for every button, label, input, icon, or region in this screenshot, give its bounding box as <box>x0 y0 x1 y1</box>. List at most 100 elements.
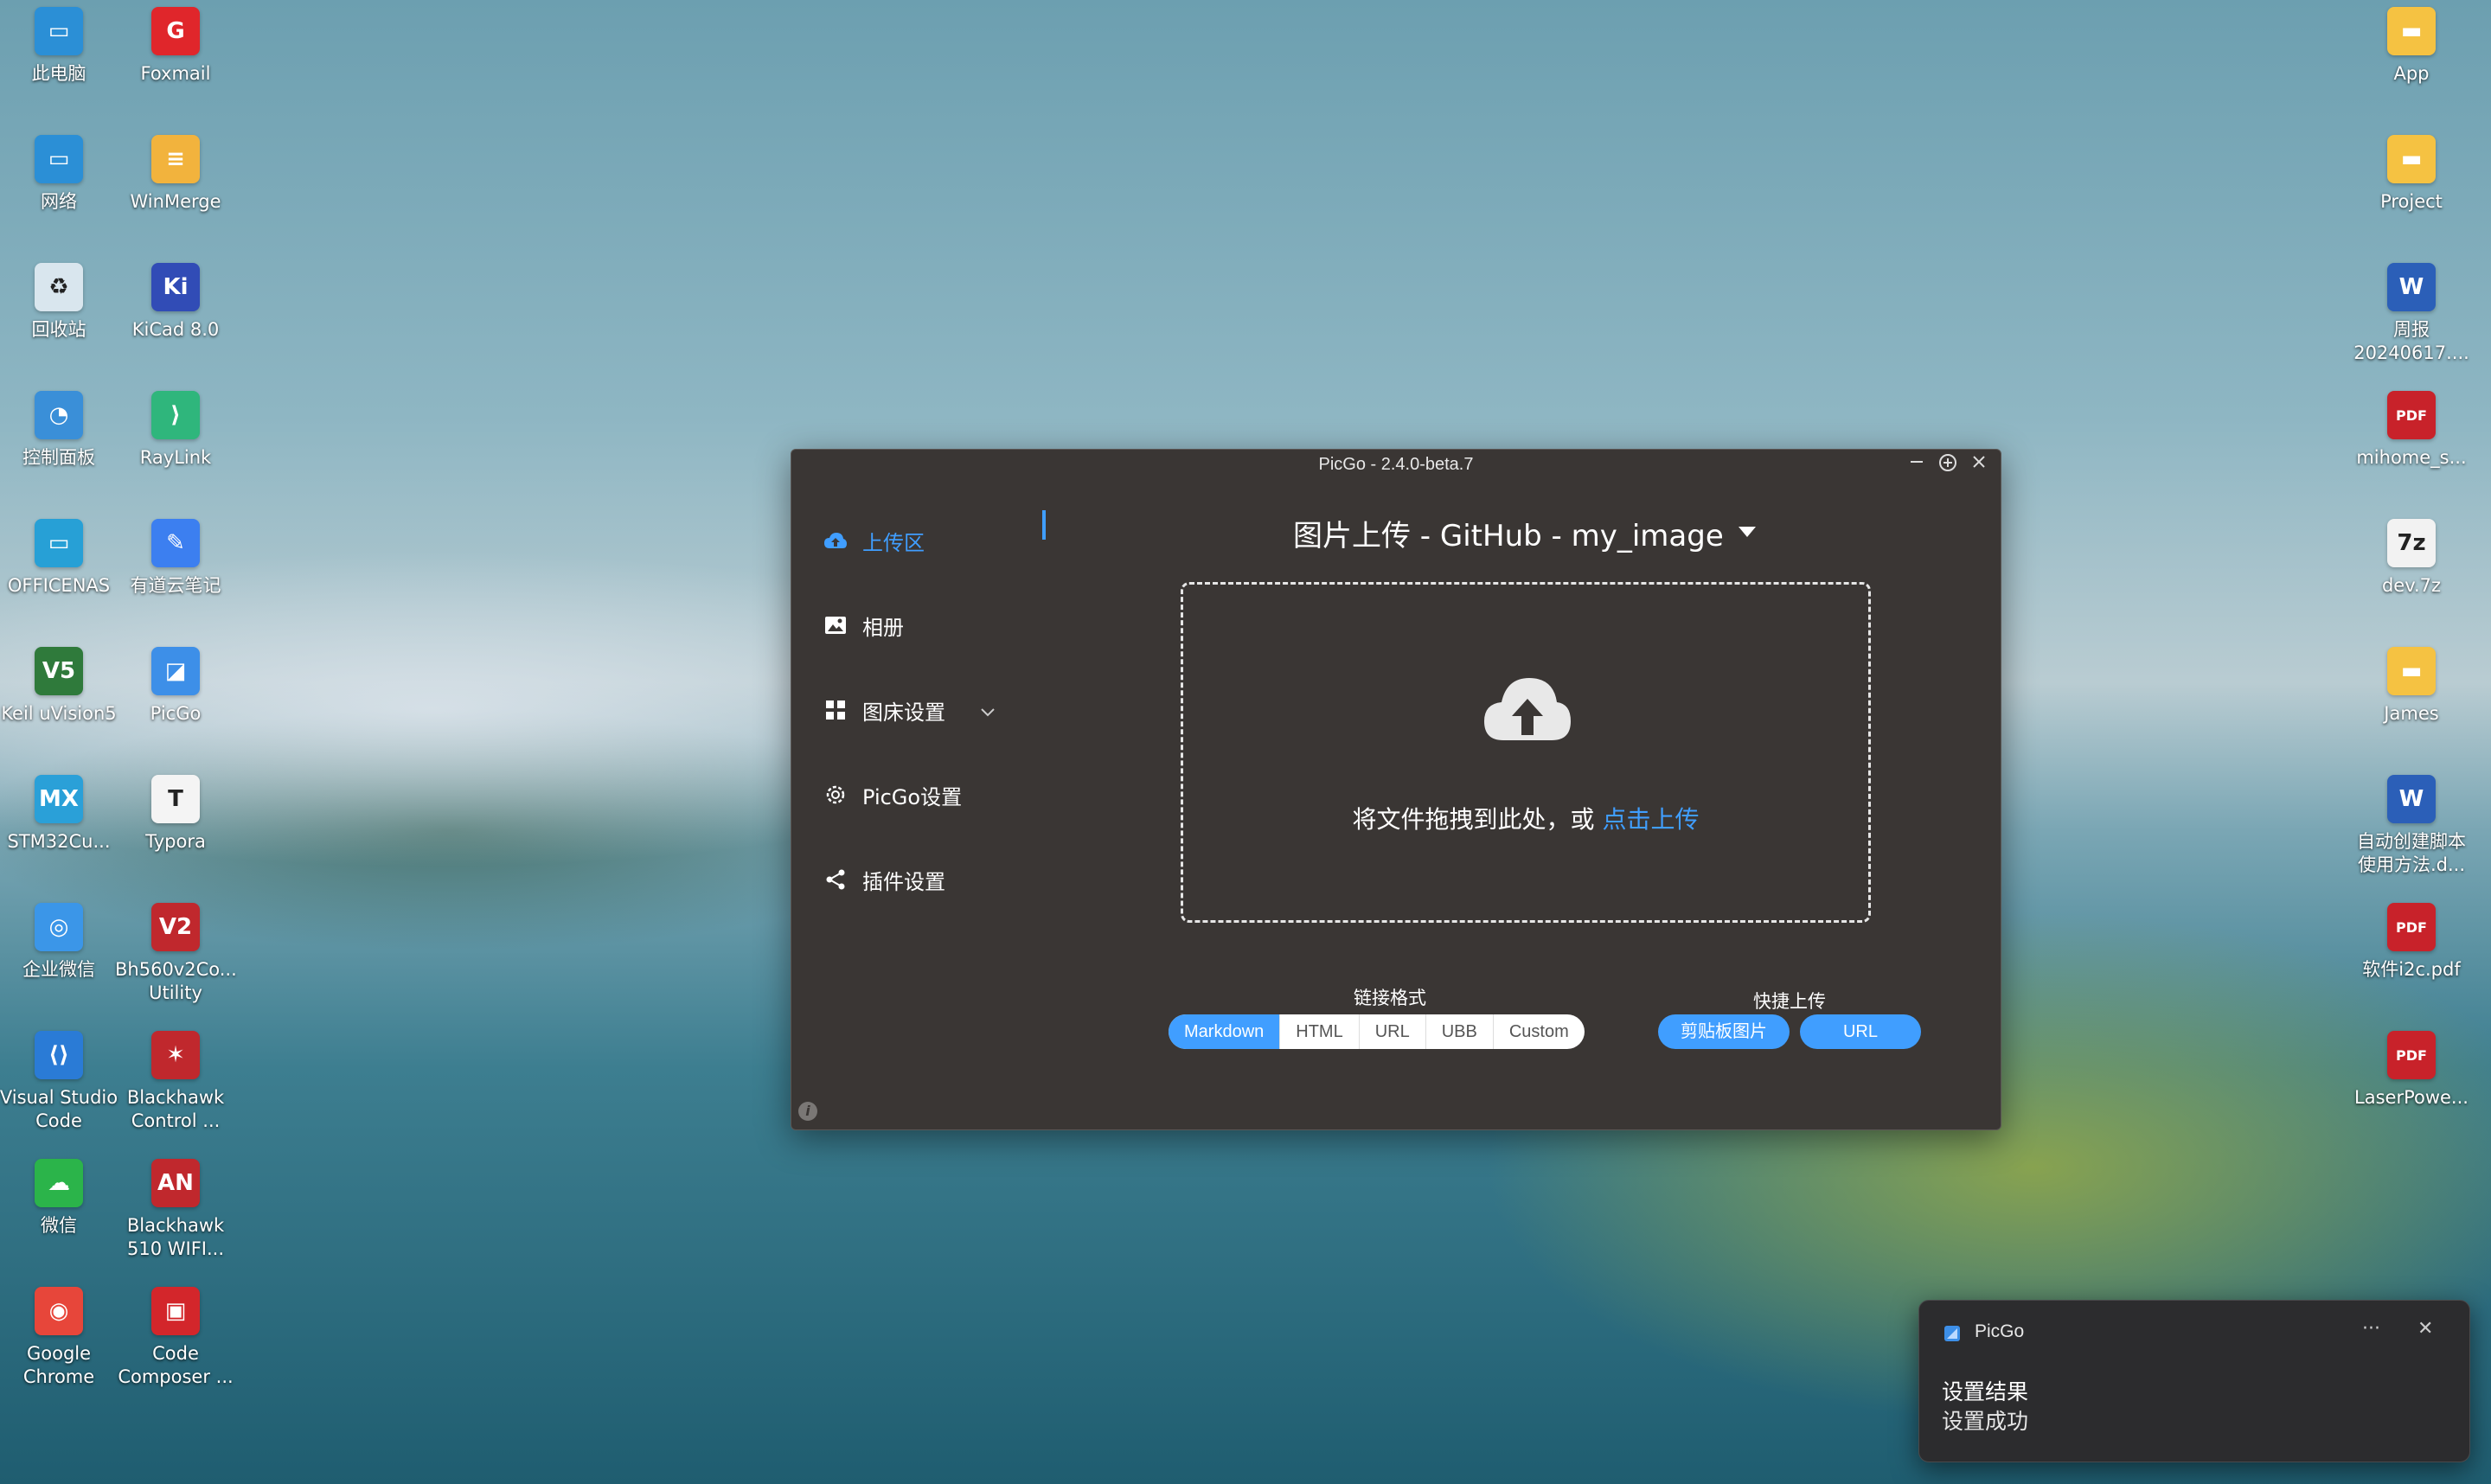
stm32cube-icon: MX <box>35 775 83 823</box>
desktop-icon-label: RayLink <box>139 447 212 468</box>
sidebar-item-picgo-settings[interactable]: PicGo设置 <box>823 777 962 812</box>
sidebar-item-plugin-settings[interactable]: 插件设置 <box>823 862 945 897</box>
desktop-icon-label: WinMerge <box>130 191 221 212</box>
desktop-icon[interactable]: ▬ James <box>2351 647 2472 726</box>
desktop-icon[interactable]: AN Blackhawk 510 WIFI... <box>115 1159 236 1261</box>
desktop-icon[interactable]: ▬ Project <box>2351 135 2472 214</box>
desktop-icon-label: PicGo <box>150 703 202 724</box>
toast-title: 设置结果 <box>1942 1379 2029 1404</box>
desktop-icon-label: Bh560v2Co... Utility <box>115 959 237 1003</box>
blackhawk-utility-icon: V2 <box>151 903 200 951</box>
sidebar-item-gallery[interactable]: 相册 <box>823 608 904 643</box>
desktop-icon-label: Google Chrome <box>22 1343 95 1387</box>
desktop-icon[interactable]: ♻ 回收站 <box>0 263 119 342</box>
sidebar-item-upload[interactable]: 上传区 <box>823 523 925 558</box>
clipboard-upload-button[interactable]: 剪贴板图片 <box>1658 1014 1790 1049</box>
desktop-icon-label: dev.7z <box>2381 575 2442 596</box>
desktop-icon[interactable]: G Foxmail <box>115 7 236 86</box>
toast-close-button[interactable]: ✕ <box>2417 1318 2433 1340</box>
title-bar[interactable]: PicGo - 2.4.0-beta.7 <box>791 450 2001 479</box>
active-indicator <box>1042 510 1046 540</box>
raylink-icon: ⟩ <box>151 391 200 439</box>
desktop-icon[interactable]: ◔ 控制面板 <box>0 391 119 470</box>
desktop-icon-label: 此电脑 <box>31 63 86 84</box>
desktop-icon[interactable]: ▭ OFFICENAS <box>0 519 119 598</box>
folder-icon: ▬ <box>2387 7 2436 55</box>
desktop-icon-label: 企业微信 <box>22 959 95 980</box>
desktop-icon-label: 有道云笔记 <box>130 575 221 596</box>
click-upload-link[interactable]: 点击上传 <box>1602 805 1699 834</box>
caret-down-icon <box>1738 525 1757 541</box>
minimize-icon <box>1911 461 1923 463</box>
desktop-icon-label: STM32Cu... <box>7 831 111 852</box>
url-upload-button[interactable]: URL <box>1800 1014 1921 1049</box>
desktop-icon-label: 周报 20240617.... <box>2353 319 2469 363</box>
sidebar-item-bed-settings[interactable]: 图床设置 <box>823 693 996 727</box>
maximize-button[interactable] <box>1935 453 1961 476</box>
format-custom[interactable]: Custom <box>1494 1014 1585 1049</box>
desktop-icon[interactable]: ✶ Blackhawk Control ... <box>115 1031 236 1133</box>
desktop-icon[interactable]: PDF LaserPowe... <box>2351 1031 2472 1110</box>
desktop-icon[interactable]: ▭ 此电脑 <box>0 7 119 86</box>
desktop-icon-label: 网络 <box>41 191 77 212</box>
desktop-icon[interactable]: ▬ App <box>2351 7 2472 86</box>
officenas-icon: ▭ <box>35 519 83 567</box>
desktop-icon[interactable]: Ki KiCad 8.0 <box>115 263 236 342</box>
code-composer-icon: ▣ <box>151 1287 200 1335</box>
format-markdown[interactable]: Markdown <box>1169 1014 1281 1049</box>
desktop-icon[interactable]: W 周报 20240617.... <box>2351 263 2472 365</box>
grid-icon <box>823 697 848 723</box>
desktop-icon[interactable]: ◉ Google Chrome <box>0 1287 119 1389</box>
desktop-icon-label: Keil uVision5 <box>1 703 117 724</box>
format-html[interactable]: HTML <box>1280 1014 1360 1049</box>
drop-hint: 将文件拖拽到此处，或 点击上传 <box>1183 801 1868 835</box>
drop-text: 将文件拖拽到此处，或 <box>1352 805 1603 834</box>
picgo-icon: ◪ <box>151 647 200 695</box>
desktop-icon-label: 自动创建脚本 使用方法.d... <box>2357 831 2466 875</box>
drop-zone[interactable]: 将文件拖拽到此处，或 点击上传 <box>1181 582 1871 923</box>
close-button[interactable] <box>1966 453 1992 476</box>
pdf-icon: PDF <box>2387 903 2436 951</box>
desktop-icon[interactable]: ◎ 企业微信 <box>0 903 119 982</box>
desktop-icon[interactable]: ▭ 网络 <box>0 135 119 214</box>
desktop-icon[interactable]: T Typora <box>115 775 236 854</box>
desktop-icon[interactable]: ⟨⟩ Visual Studio Code <box>0 1031 119 1133</box>
desktop-icon[interactable]: PDF 软件i2c.pdf <box>2351 903 2472 982</box>
chrome-icon: ◉ <box>35 1287 83 1335</box>
pdf-icon: PDF <box>2387 1031 2436 1079</box>
format-ubb[interactable]: UBB <box>1426 1014 1494 1049</box>
folder-icon: ▬ <box>2387 135 2436 183</box>
info-icon[interactable]: i <box>798 1102 817 1121</box>
window-title: PicGo - 2.4.0-beta.7 <box>1318 455 1474 474</box>
toast-body: 设置成功 <box>1942 1409 2029 1434</box>
youdao-note-icon: ✎ <box>151 519 200 567</box>
format-url[interactable]: URL <box>1360 1014 1426 1049</box>
desktop-icon[interactable]: W 自动创建脚本 使用方法.d... <box>2351 775 2472 877</box>
typora-icon: T <box>151 775 200 823</box>
desktop-icon[interactable]: 7z dev.7z <box>2351 519 2472 598</box>
blackhawk-control-icon: ✶ <box>151 1031 200 1079</box>
minimize-button[interactable] <box>1904 453 1930 476</box>
word-doc-icon: W <box>2387 263 2436 311</box>
desktop-icon-label: LaserPowe... <box>2354 1087 2469 1108</box>
desktop-icon[interactable]: ✎ 有道云笔记 <box>115 519 236 598</box>
toast-notification[interactable]: PicGo ··· ✕ 设置结果 设置成功 <box>1918 1300 2470 1462</box>
toast-more-button[interactable]: ··· <box>2362 1318 2380 1340</box>
vscode-icon: ⟨⟩ <box>35 1031 83 1079</box>
blackhawk-wifi-icon: AN <box>151 1159 200 1207</box>
upload-target-selector[interactable]: 图片上传 - GitHub - my_image <box>1293 512 1757 554</box>
chevron-down-icon <box>980 698 996 722</box>
link-format-label: 链接格式 <box>1354 988 1426 1008</box>
desktop-icon[interactable]: V5 Keil uVision5 <box>0 647 119 726</box>
desktop-icon[interactable]: MX STM32Cu... <box>0 775 119 854</box>
desktop-icon[interactable]: V2 Bh560v2Co... Utility <box>115 903 237 1005</box>
gear-icon <box>823 782 848 808</box>
desktop-icon[interactable]: ⟩ RayLink <box>115 391 236 470</box>
desktop-icon-label: 控制面板 <box>22 447 95 468</box>
desktop-icon[interactable]: ▣ Code Composer ... <box>115 1287 236 1389</box>
desktop-icon[interactable]: ◪ PicGo <box>115 647 236 726</box>
desktop-icon[interactable]: ☁ 微信 <box>0 1159 119 1238</box>
desktop-icon[interactable]: PDF mihome_s... <box>2351 391 2472 470</box>
network-icon: ▭ <box>35 135 83 183</box>
desktop-icon[interactable]: ≡ WinMerge <box>115 135 236 214</box>
